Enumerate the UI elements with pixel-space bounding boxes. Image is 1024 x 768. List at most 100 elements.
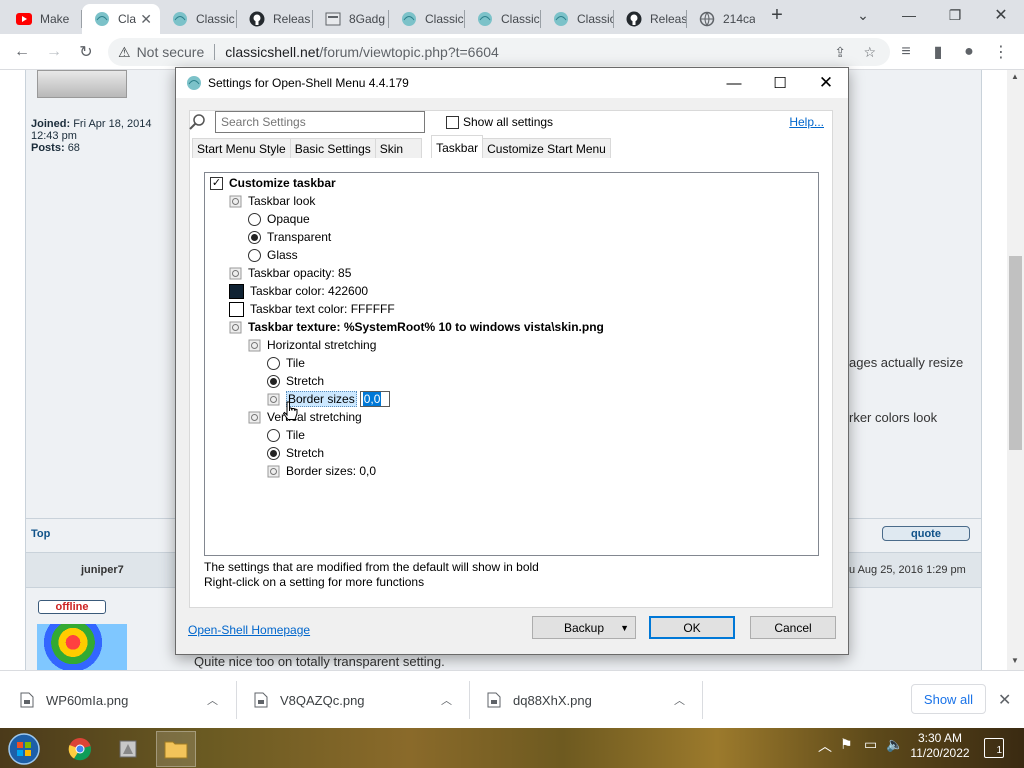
opaque-radio-row[interactable]: Opaque — [248, 210, 310, 228]
checkbox-checked[interactable]: ✓ — [210, 176, 223, 190]
backup-button[interactable]: Backup ▼ — [532, 616, 636, 639]
v-tile-radio-row[interactable]: Tile — [267, 426, 305, 444]
tab-start-menu-style[interactable]: Start Menu Style — [192, 138, 291, 158]
action-center-icon[interactable]: ⚑ — [840, 736, 853, 753]
scrollbar-thumb[interactable] — [1009, 256, 1022, 450]
browser-tab[interactable]: Make — [4, 4, 80, 34]
volume-icon[interactable]: 🔈 — [886, 736, 903, 753]
v-border-sizes-row[interactable]: Border sizes: 0,0 — [267, 462, 376, 480]
close-downloads-icon[interactable]: ✕ — [998, 690, 1011, 710]
h-stretch-radio-row[interactable]: Stretch — [267, 372, 324, 390]
tab-taskbar[interactable]: Taskbar — [431, 135, 484, 158]
checkbox-box[interactable] — [446, 115, 459, 129]
radio-button-selected[interactable] — [267, 446, 280, 460]
start-orb-icon[interactable] — [6, 732, 42, 766]
radio-button[interactable] — [267, 356, 280, 370]
close-window-button[interactable]: ✕ — [978, 0, 1024, 30]
radio-button-selected[interactable] — [267, 374, 280, 388]
radio-button[interactable] — [248, 248, 261, 262]
taskbar-opacity-row[interactable]: Taskbar opacity: 85 — [229, 264, 351, 282]
browser-tab[interactable]: Classic — [160, 4, 236, 34]
share-icon[interactable]: ⇪ — [834, 44, 846, 61]
vertical-stretching-row[interactable]: Vertical stretching — [248, 408, 362, 426]
downloads-bar: WP60mIa.png ︿ V8QAZQc.png ︿ dq88XhX.png … — [0, 670, 1024, 728]
taskbar-color-row[interactable]: Taskbar color: 422600 — [229, 282, 368, 300]
cancel-button[interactable]: Cancel — [750, 616, 836, 639]
profile-avatar-icon[interactable]: ● — [958, 41, 980, 63]
notifications-button[interactable]: 1 — [984, 738, 1004, 758]
customize-taskbar-row[interactable]: ✓ Customize taskbar — [210, 174, 336, 192]
taskbar-text-color-row[interactable]: Taskbar text color: FFFFFF — [229, 300, 395, 318]
browser-tab[interactable]: Releas — [237, 4, 312, 34]
menu-kebab-icon[interactable]: ⋮ — [990, 41, 1012, 63]
media-controls-icon[interactable]: ≡ — [895, 41, 917, 63]
scroll-up-arrow[interactable]: ▲ — [1011, 72, 1019, 81]
show-all-settings-checkbox[interactable]: Show all settings — [446, 115, 553, 129]
dialog-close-button[interactable]: ✕ — [803, 68, 849, 98]
network-icon[interactable]: ▭ — [864, 736, 877, 753]
taskbar-clock[interactable]: 3:30 AM 11/20/2022 — [905, 731, 975, 761]
warning-icon[interactable]: ⚠ — [118, 44, 131, 61]
show-all-downloads-button[interactable]: Show all — [911, 684, 986, 714]
tab-customize-start-menu[interactable]: Customize Start Menu — [482, 138, 611, 158]
browser-tab[interactable]: 214ca — [687, 4, 755, 34]
show-hidden-icons-icon[interactable]: ︿ — [818, 736, 832, 756]
browser-tab[interactable]: Classic — [465, 4, 540, 34]
reload-icon[interactable]: ↻ — [75, 41, 97, 63]
radio-button-selected[interactable] — [248, 230, 261, 244]
browser-tab[interactable]: 8Gadg — [313, 4, 388, 34]
address-bar[interactable]: ⚠ Not secure classicshell.net/forum/view… — [108, 38, 890, 66]
dialog-minimize-button[interactable]: — — [711, 68, 757, 98]
minimize-button[interactable]: — — [886, 0, 932, 30]
border-sizes-edit-field[interactable]: 0,0 — [359, 391, 390, 407]
browser-tab[interactable]: Classic — [541, 4, 613, 34]
chevron-up-icon[interactable]: ︿ — [207, 692, 218, 708]
taskbar-look-row[interactable]: Taskbar look — [229, 192, 315, 210]
side-panel-icon[interactable]: ▮ — [927, 41, 949, 63]
chevron-up-icon[interactable]: ︿ — [674, 692, 685, 708]
browser-tab[interactable]: Classic — [389, 4, 464, 34]
settings-dialog: Settings for Open-Shell Menu 4.4.179 — ☐… — [175, 67, 849, 655]
post-author[interactable]: juniper7 — [81, 564, 124, 576]
setting-label: Customize taskbar — [229, 176, 336, 190]
forward-icon[interactable]: → — [43, 41, 65, 63]
radio-button[interactable] — [267, 428, 280, 442]
restore-button[interactable]: ❐ — [932, 0, 978, 30]
download-item[interactable]: V8QAZQc.png ︿ — [254, 671, 464, 729]
color-swatch[interactable] — [229, 301, 244, 317]
quote-button[interactable]: quote — [882, 526, 970, 541]
chrome-taskbar-icon[interactable] — [60, 731, 100, 767]
h-tile-radio-row[interactable]: Tile — [267, 354, 305, 372]
close-tab-icon[interactable]: ✕ — [140, 11, 152, 28]
browser-tab-active[interactable]: Cla ✕ — [82, 4, 160, 34]
tab-search-icon[interactable]: ⌄ — [840, 0, 886, 30]
tab-basic-settings[interactable]: Basic Settings — [289, 138, 376, 158]
chevron-up-icon[interactable]: ︿ — [441, 692, 452, 708]
download-item[interactable]: WP60mIa.png ︿ — [20, 671, 230, 729]
new-tab-button[interactable]: + — [754, 0, 800, 30]
browser-tab[interactable]: Releas — [614, 4, 686, 34]
tab-skin[interactable]: Skin — [374, 138, 423, 158]
horizontal-stretching-row[interactable]: Horizontal stretching — [248, 336, 376, 354]
app-taskbar-icon[interactable] — [108, 731, 148, 767]
download-item[interactable]: dq88XhX.png ︿ — [487, 671, 697, 729]
back-icon[interactable]: ← — [11, 41, 33, 63]
taskbar-texture-row[interactable]: Taskbar texture: %SystemRoot% 10 to wind… — [229, 318, 604, 336]
glass-radio-row[interactable]: Glass — [248, 246, 298, 264]
dialog-maximize-button[interactable]: ☐ — [757, 68, 803, 98]
bookmark-star-icon[interactable]: ☆ — [863, 44, 876, 61]
radio-button[interactable] — [248, 212, 261, 226]
help-link[interactable]: Help... — [789, 115, 824, 129]
top-link[interactable]: Top — [31, 528, 50, 540]
security-status[interactable]: Not secure — [137, 44, 205, 60]
explorer-taskbar-icon[interactable] — [156, 731, 196, 767]
transparent-radio-row[interactable]: Transparent — [248, 228, 331, 246]
color-swatch[interactable] — [229, 283, 244, 299]
url-text[interactable]: classicshell.net/forum/viewtopic.php?t=6… — [225, 44, 499, 60]
dialog-titlebar[interactable]: Settings for Open-Shell Menu 4.4.179 — ☐… — [176, 68, 848, 98]
search-settings-input[interactable] — [215, 111, 425, 133]
open-shell-homepage-link[interactable]: Open-Shell Homepage — [188, 623, 310, 637]
scroll-down-arrow[interactable]: ▼ — [1011, 656, 1019, 665]
v-stretch-radio-row[interactable]: Stretch — [267, 444, 324, 462]
ok-button[interactable]: OK — [649, 616, 735, 639]
